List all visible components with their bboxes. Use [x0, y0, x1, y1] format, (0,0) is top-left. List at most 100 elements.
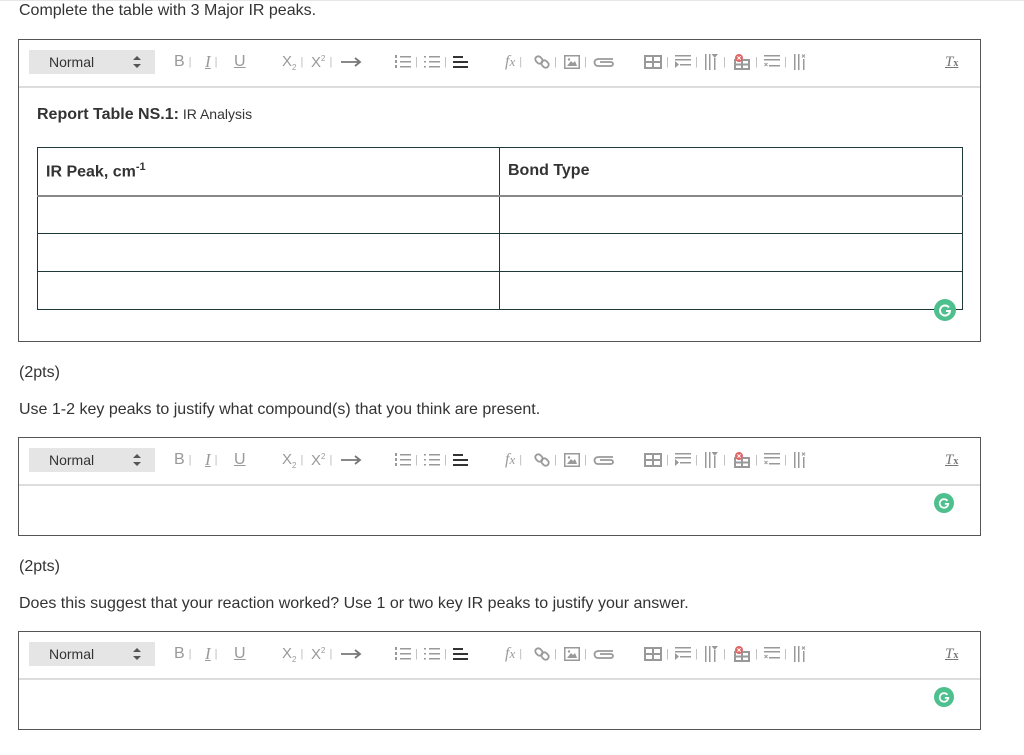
formula-button[interactable]: fx |	[505, 644, 526, 664]
formula-button[interactable]: fx |	[505, 450, 526, 470]
toolbar-separator: |	[519, 454, 523, 466]
insert-table-button[interactable]: |	[644, 644, 673, 664]
top-divider	[0, 0, 1024, 1]
arrow-button[interactable]	[341, 644, 363, 664]
select-arrows-icon	[133, 56, 141, 68]
ordered-list-button[interactable]: |	[395, 644, 422, 664]
superscript-button[interactable]: X2 |	[311, 52, 336, 72]
toolbar-separator: |	[554, 648, 557, 660]
superscript-button[interactable]: X2 |	[311, 450, 336, 470]
editor-2[interactable]: Normal B | I | U X2 | X2 | | | fx | | | | | | | | Tx	[18, 437, 981, 536]
cell-bond-type-1[interactable]	[499, 195, 963, 234]
insert-column-button[interactable]: |	[705, 450, 730, 470]
delete-row-button[interactable]: |	[764, 644, 791, 664]
cell-ir-peak-3[interactable]	[37, 271, 500, 310]
arrow-button[interactable]	[341, 450, 363, 470]
link-button[interactable]: |	[534, 450, 561, 470]
delete-table-button[interactable]: |	[733, 644, 762, 664]
insert-table-icon	[644, 55, 662, 69]
grammarly-icon[interactable]	[934, 687, 954, 707]
toolbar-separator: |	[584, 56, 587, 68]
toolbar-separator: |	[666, 648, 669, 660]
subscript-button[interactable]: X2 |	[282, 52, 307, 72]
delete-row-button[interactable]: |	[764, 52, 791, 72]
clear-format-button[interactable]: Tx	[945, 52, 958, 72]
paragraph-style-select[interactable]: Normal	[29, 642, 155, 666]
link-button[interactable]: |	[534, 644, 561, 664]
attachment-icon	[593, 454, 615, 466]
insert-row-button[interactable]: |	[675, 52, 702, 72]
editor-content-area[interactable]	[19, 488, 980, 535]
grammarly-icon[interactable]	[934, 493, 954, 513]
unordered-list-button[interactable]: |	[424, 644, 451, 664]
formula-button[interactable]: fx |	[505, 52, 526, 72]
italic-button[interactable]: I |	[205, 450, 222, 470]
underline-button[interactable]: U	[234, 644, 246, 664]
italic-icon: I	[205, 644, 211, 663]
insert-table-icon	[644, 647, 662, 661]
table-row	[37, 195, 963, 234]
insert-column-button[interactable]: |	[705, 644, 730, 664]
header-ir-peak-text: IR Peak, cm	[46, 163, 136, 181]
header-bond-type[interactable]: Bond Type	[499, 147, 963, 197]
attachment-button[interactable]	[593, 644, 615, 664]
superscript-icon: X2	[311, 53, 326, 71]
editor-3[interactable]: Normal B | I | U X2 | X2 | | | fx | | | | | | | | Tx	[18, 631, 981, 730]
toolbar-separator: |	[554, 454, 557, 466]
align-left-button[interactable]	[453, 450, 469, 470]
image-button[interactable]: |	[564, 52, 591, 72]
insert-row-button[interactable]: |	[675, 644, 702, 664]
delete-table-button[interactable]: |	[733, 450, 762, 470]
arrow-icon	[341, 455, 363, 465]
ordered-list-button[interactable]: |	[395, 450, 422, 470]
attachment-button[interactable]	[593, 450, 615, 470]
editor-1[interactable]: Normal B | I | U X2 | X2 | | | fx | | | | | | | | Tx Report …	[18, 39, 981, 342]
delete-column-button[interactable]	[794, 52, 808, 72]
superscript-button[interactable]: X2 |	[311, 644, 336, 664]
clear-format-button[interactable]: Tx	[945, 450, 958, 470]
cell-bond-type-2[interactable]	[499, 233, 963, 272]
grammarly-icon[interactable]	[934, 299, 956, 321]
image-button[interactable]: |	[564, 450, 591, 470]
underline-button[interactable]: U	[234, 450, 246, 470]
clear-format-button[interactable]: Tx	[945, 644, 958, 664]
cell-bond-type-3[interactable]	[499, 271, 963, 310]
delete-column-button[interactable]	[794, 644, 808, 664]
link-button[interactable]: |	[534, 52, 561, 72]
paragraph-style-select[interactable]: Normal	[29, 50, 155, 74]
cell-ir-peak-2[interactable]	[37, 233, 500, 272]
toolbar-separator: |	[329, 648, 333, 660]
arrow-button[interactable]	[341, 52, 363, 72]
ir-analysis-table: IR Peak, cm-1 Bond Type	[37, 147, 963, 310]
bold-button[interactable]: B |	[174, 450, 196, 470]
image-icon	[564, 55, 580, 69]
bold-button[interactable]: B |	[174, 52, 196, 72]
ordered-list-button[interactable]: |	[395, 52, 422, 72]
delete-row-button[interactable]: |	[764, 450, 791, 470]
header-ir-peak[interactable]: IR Peak, cm-1	[37, 147, 500, 197]
insert-column-button[interactable]: |	[705, 52, 730, 72]
subscript-button[interactable]: X2 |	[282, 450, 307, 470]
delete-column-button[interactable]	[794, 450, 808, 470]
insert-table-button[interactable]: |	[644, 52, 673, 72]
insert-table-button[interactable]: |	[644, 450, 673, 470]
unordered-list-button[interactable]: |	[424, 450, 451, 470]
cell-ir-peak-1[interactable]	[37, 195, 500, 234]
delete-table-button[interactable]: |	[733, 52, 762, 72]
underline-button[interactable]: U	[234, 52, 246, 72]
select-arrows-icon	[133, 648, 141, 660]
align-left-button[interactable]	[453, 644, 469, 664]
subscript-button[interactable]: X2 |	[282, 644, 307, 664]
editor-content-area[interactable]	[19, 682, 980, 729]
bold-button[interactable]: B |	[174, 644, 196, 664]
italic-button[interactable]: I |	[205, 52, 222, 72]
italic-button[interactable]: I |	[205, 644, 222, 664]
image-button[interactable]: |	[564, 644, 591, 664]
attachment-button[interactable]	[593, 52, 615, 72]
align-left-button[interactable]	[453, 52, 469, 72]
insert-row-button[interactable]: |	[675, 450, 702, 470]
editor-toolbar: Normal B | I | U X2 | X2 | | | fx | | | | | | | | Tx	[19, 632, 980, 680]
insert-row-icon	[675, 646, 691, 662]
unordered-list-button[interactable]: |	[424, 52, 451, 72]
paragraph-style-select[interactable]: Normal	[29, 448, 155, 472]
